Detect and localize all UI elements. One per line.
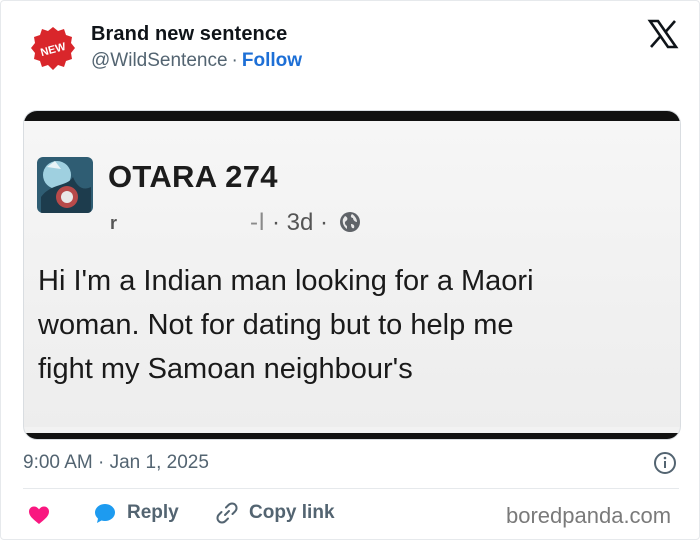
post-time: · 3d ·	[272, 209, 329, 236]
post-line: fight my Samoan neighbour's	[38, 353, 413, 385]
author-name[interactable]: Brand new sentence	[91, 23, 287, 46]
x-logo-icon[interactable]	[647, 18, 679, 50]
post-body: Hi I'm a Indian man looking for a Maori …	[38, 259, 674, 391]
info-icon[interactable]	[653, 451, 677, 475]
globe-icon	[339, 211, 361, 233]
watermark: boredpanda.com	[506, 503, 672, 528]
handle-row: @WildSentence · Follow	[91, 50, 302, 72]
tweet-card: NEW Brand new sentence @WildSentence · Fol…	[0, 0, 700, 540]
post-page-name: OTARA 274	[108, 159, 278, 194]
post-line: Hi I'm a Indian man looking for a Maori	[38, 265, 534, 297]
link-icon	[215, 501, 239, 525]
media-top-edge	[24, 111, 680, 121]
reply-bubble-icon	[93, 501, 117, 525]
copy-link-button[interactable]: Copy link	[215, 501, 335, 529]
separator: ·	[231, 50, 238, 71]
otara-logo-icon	[37, 157, 93, 213]
post-meta: -l · 3d ·	[250, 209, 361, 237]
action-bar: Reply Copy link boredpanda.com	[1, 496, 700, 536]
post-line: woman. Not for dating but to help me	[38, 309, 514, 341]
author-handle[interactable]: @WildSentence	[91, 50, 228, 71]
tweet-header: NEW Brand new sentence @WildSentence · Fol…	[1, 1, 700, 101]
follow-link[interactable]: Follow	[242, 50, 302, 71]
embedded-screenshot[interactable]: OTARA 274 r -l · 3d · Hi I'm a Indian ma…	[23, 110, 681, 440]
reply-label: Reply	[127, 502, 179, 523]
cropped-text: r	[110, 213, 118, 233]
reply-button[interactable]: Reply	[93, 501, 179, 529]
copy-link-label: Copy link	[249, 502, 335, 523]
divider	[23, 488, 679, 489]
heart-icon[interactable]	[27, 503, 51, 527]
new-badge-icon: NEW	[31, 27, 75, 70]
blurred-author: -l	[250, 209, 266, 236]
avatar[interactable]: NEW	[29, 25, 77, 73]
post-avatar	[37, 157, 93, 213]
facebook-post: OTARA 274 r -l · 3d · Hi I'm a Indian ma…	[24, 121, 680, 427]
media-bottom-edge	[24, 433, 680, 439]
tweet-timestamp[interactable]: 9:00 AM · Jan 1, 2025	[23, 452, 209, 474]
